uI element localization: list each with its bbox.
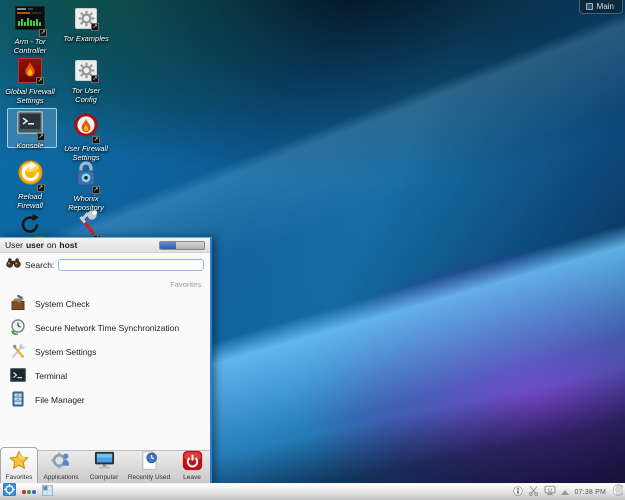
padlock-icon: ↗	[74, 160, 100, 194]
taskbar-left	[0, 482, 53, 500]
icon-label: Reload Firewall	[17, 192, 43, 210]
icon-label: Konsole	[16, 141, 44, 150]
shortcut-arrow-icon: ↗	[92, 186, 100, 194]
shortcut-arrow-icon: ↗	[91, 23, 99, 31]
shortcut-arrow-icon: ↗	[36, 77, 44, 85]
tab-applications[interactable]: Applications	[38, 450, 84, 483]
icon-label: Tor User Config	[71, 86, 101, 104]
header-hostname: host	[59, 240, 78, 250]
file-cabinet-icon	[10, 391, 26, 409]
tab-label: Computer	[89, 474, 119, 481]
menu-item-system-check[interactable]: System Check	[0, 292, 210, 316]
activity-icon	[585, 3, 593, 10]
desktop-icon-whonix-repository[interactable]: ↗ Whonix Repository	[54, 160, 118, 212]
klipper-icon[interactable]	[528, 483, 539, 500]
desktop-icon-global-firewall-settings[interactable]: ↗ Global Firewall Settings	[0, 58, 62, 105]
arm-tor-controller-icon: ↗	[14, 5, 47, 37]
icon-label: Arm - Tor Controller	[13, 37, 47, 55]
gear-document-icon: ↗	[75, 60, 99, 83]
header-username: user	[25, 240, 44, 250]
favorites-section-label: Favorites	[170, 280, 201, 289]
icon-label: Tor Examples	[63, 34, 109, 43]
activity-tab-main[interactable]: Main	[578, 0, 623, 14]
panel-cashew-icon[interactable]	[611, 483, 625, 500]
shortcut-arrow-icon: ↗	[36, 184, 45, 192]
power-icon	[182, 450, 203, 473]
tab-label: Favorites	[5, 474, 33, 481]
firewall-flame-icon: ↗	[18, 58, 44, 85]
menu-branding-badge	[159, 240, 205, 250]
menu-item-label: System Check	[35, 299, 90, 309]
menu-item-time-sync[interactable]: Secure Network Time Synchronization	[0, 316, 210, 340]
recent-document-icon	[138, 450, 160, 473]
search-input[interactable]	[58, 259, 204, 271]
star-icon	[8, 450, 30, 473]
firewall-ring-flame-icon: ↗	[74, 113, 100, 144]
desktop-icon-konsole[interactable]: ↗ Konsole	[0, 111, 62, 150]
menu-item-label: Secure Network Time Synchronization	[35, 323, 180, 333]
tray-expander-icon[interactable]	[561, 489, 570, 495]
menu-item-label: Terminal	[35, 371, 68, 381]
crossed-tools-icon	[10, 343, 26, 361]
search-row: Search:	[0, 253, 210, 276]
shortcut-arrow-icon: ↗	[39, 29, 47, 37]
computer-icon	[93, 450, 116, 473]
desktop-icon-user-firewall-settings[interactable]: ↗ User Firewall Settings	[54, 113, 118, 162]
system-check-icon	[10, 294, 26, 313]
taskbar: 07:38 PM	[0, 482, 625, 500]
tab-leave[interactable]: Leave	[174, 450, 210, 483]
reload-circle-icon: ↗	[18, 160, 45, 192]
menu-item-terminal[interactable]: Terminal	[0, 364, 210, 388]
icon-label: Global Firewall Settings	[5, 87, 55, 105]
desktop-icon-tor-examples[interactable]: ↗ Tor Examples	[54, 8, 118, 43]
tab-label: Applications	[43, 474, 79, 481]
tab-recently-used[interactable]: Recently Used	[124, 450, 174, 483]
tab-favorites[interactable]: Favorites	[0, 447, 38, 483]
pager-icon[interactable]	[41, 483, 53, 500]
desktop-icon-reload-firewall[interactable]: ↗ Reload Firewall	[0, 160, 62, 210]
binoculars-icon	[6, 256, 21, 274]
kickoff-menu: User user on host Search: Favorites Syst…	[0, 237, 212, 483]
quicklaunch-icon[interactable]	[22, 490, 36, 494]
tab-label: Recently Used	[127, 474, 171, 481]
gear-document-icon: ↗	[75, 8, 99, 31]
launcher-button[interactable]	[2, 482, 17, 500]
system-tray: 07:38 PM	[513, 483, 625, 500]
info-icon[interactable]	[513, 483, 524, 500]
menu-item-system-settings[interactable]: System Settings	[0, 340, 210, 364]
applications-icon	[50, 450, 72, 473]
menu-item-label: System Settings	[35, 347, 97, 357]
user-monitor-icon[interactable]	[544, 483, 556, 500]
shortcut-arrow-icon: ↗	[91, 75, 99, 83]
clock-sync-icon	[10, 319, 26, 337]
terminal-icon	[10, 368, 26, 384]
menu-item-label: File Manager	[35, 395, 85, 405]
tab-label: Leave	[183, 474, 201, 481]
tab-computer[interactable]: Computer	[84, 450, 124, 483]
header-word: on	[46, 240, 57, 250]
shortcut-arrow-icon: ↗	[92, 136, 100, 144]
kickoff-tab-bar: Favorites Applications Computer Recently…	[0, 447, 210, 483]
activity-label: Main	[596, 2, 614, 11]
desktop-icon-arm-tor-controller[interactable]: ↗ Arm - Tor Controller	[0, 5, 62, 55]
search-label: Search:	[25, 260, 55, 270]
clock[interactable]: 07:38 PM	[574, 489, 606, 496]
favorites-list: System Check Secure Network Time Synchro…	[0, 290, 210, 414]
header-word: User	[5, 240, 23, 250]
menu-item-file-manager[interactable]: File Manager	[0, 388, 210, 412]
desktop-icon-tor-user-config[interactable]: ↗ Tor User Config	[54, 60, 118, 104]
kickoff-header: User user on host	[0, 238, 210, 253]
terminal-icon: ↗	[17, 111, 45, 141]
desktop: Main ↗ Arm - Tor Controller ↗ Tor Exampl…	[0, 0, 625, 500]
shortcut-arrow-icon: ↗	[37, 133, 45, 141]
